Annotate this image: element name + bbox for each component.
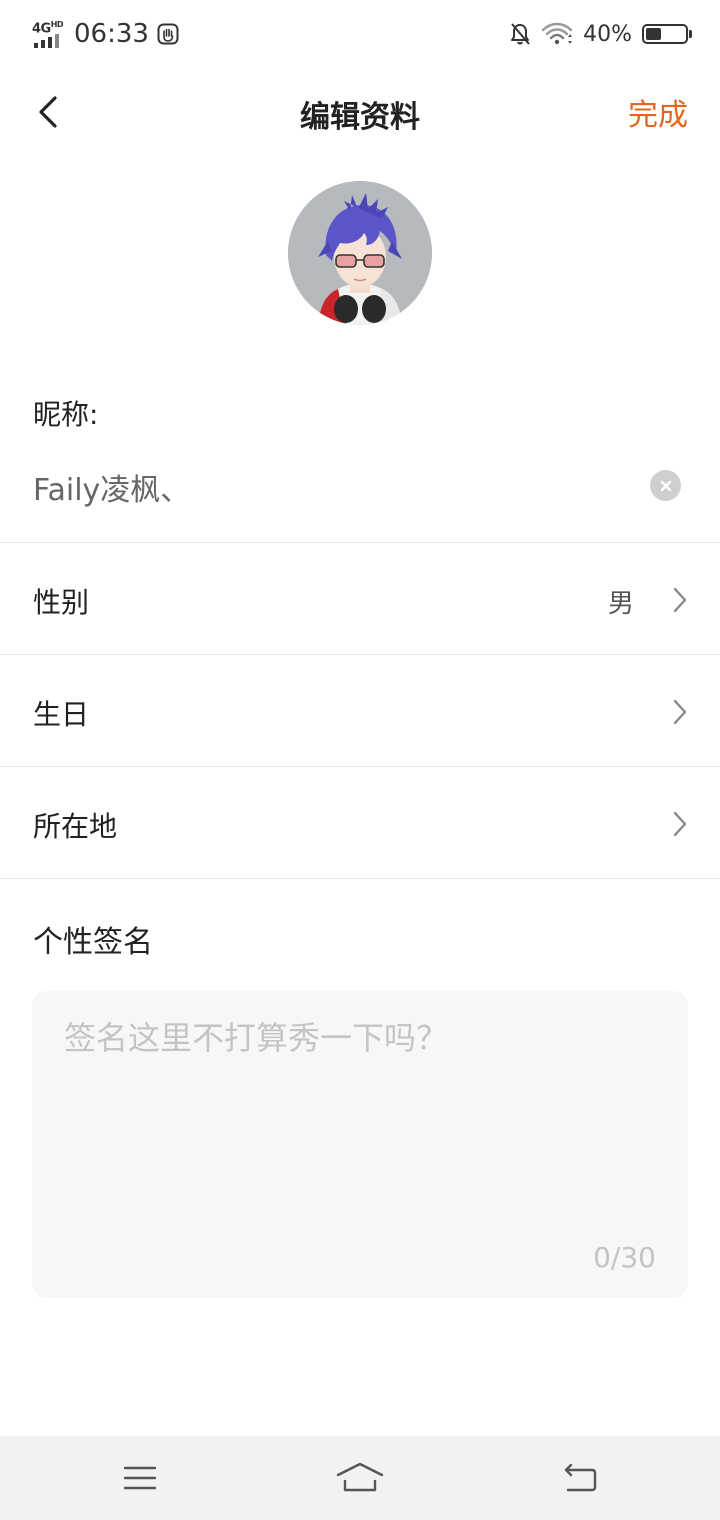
signature-label: 个性签名 xyxy=(33,925,153,960)
clock: 06:33 xyxy=(74,19,149,49)
avatar-illustration xyxy=(288,181,432,325)
gesture-hand-icon xyxy=(157,23,179,45)
location-label: 所在地 xyxy=(33,810,118,843)
done-button[interactable]: 完成 xyxy=(628,90,688,134)
birthday-label: 生日 xyxy=(33,698,90,731)
navigation-bar: 编辑资料 完成 xyxy=(0,66,720,158)
status-bar-right: 40% xyxy=(509,14,692,54)
chevron-right-icon xyxy=(673,699,687,725)
status-bar: 4GHD 06:33 40% xyxy=(0,0,720,66)
clear-nickname-button[interactable] xyxy=(650,470,681,501)
menu-icon xyxy=(123,1466,157,1490)
back-button[interactable] xyxy=(24,86,72,138)
back-nav-button[interactable] xyxy=(548,1456,612,1500)
divider xyxy=(0,542,720,543)
chevron-left-icon xyxy=(39,96,57,128)
page-title: 编辑资料 xyxy=(300,100,420,135)
home-icon xyxy=(336,1462,384,1492)
gender-row[interactable]: 性别 男 xyxy=(0,545,720,655)
wifi-icon xyxy=(541,22,573,45)
divider xyxy=(0,766,720,767)
location-row[interactable]: 所在地 xyxy=(0,769,720,879)
back-arrow-icon xyxy=(564,1463,597,1492)
gender-value: 男 xyxy=(607,589,634,619)
divider xyxy=(0,878,720,879)
battery-percent: 40% xyxy=(583,21,632,47)
status-bar-left: 4GHD 06:33 xyxy=(32,14,179,54)
gender-label: 性别 xyxy=(33,586,90,619)
signature-input[interactable] xyxy=(64,1013,654,1213)
nickname-label: 昵称: xyxy=(33,398,99,431)
chevron-right-icon xyxy=(673,587,687,613)
battery-icon xyxy=(642,24,692,44)
edit-profile-screen: 4GHD 06:33 40% 编辑资料 完成 昵称: Faily凌枫、 性别 男… xyxy=(0,0,720,1520)
bell-muted-icon xyxy=(511,23,530,45)
close-icon xyxy=(660,480,671,491)
birthday-row[interactable]: 生日 xyxy=(0,657,720,767)
chevron-right-icon xyxy=(673,811,687,837)
signature-char-count: 0/30 xyxy=(593,1241,656,1274)
nickname-input[interactable] xyxy=(33,462,633,512)
avatar[interactable] xyxy=(288,181,432,325)
menu-button[interactable] xyxy=(108,1456,172,1500)
signal-icon: 4GHD xyxy=(32,19,66,49)
system-navigation-bar xyxy=(0,1436,720,1520)
home-button[interactable] xyxy=(328,1456,392,1500)
divider xyxy=(0,654,720,655)
signature-box: 0/30 xyxy=(32,991,688,1298)
network-hd: HD xyxy=(50,20,64,29)
